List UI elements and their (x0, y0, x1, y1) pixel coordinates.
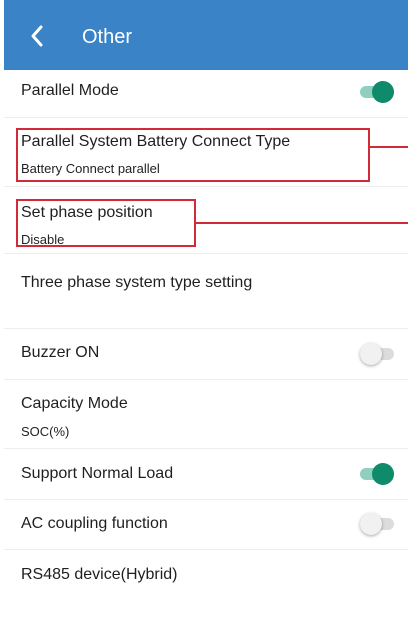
back-button[interactable] (26, 24, 50, 48)
setting-support-normal-load[interactable]: Support Normal Load (4, 449, 408, 499)
setting-label: Three phase system type setting (21, 274, 253, 291)
setting-label: AC coupling function (21, 515, 168, 532)
buzzer-toggle[interactable] (360, 342, 394, 366)
ac-coupling-toggle[interactable] (360, 512, 394, 536)
setting-rs485-device[interactable]: RS485 device(Hybrid) (4, 550, 408, 600)
highlight-box (16, 199, 196, 247)
setting-value: SOC(%) (21, 424, 70, 439)
support-normal-load-toggle[interactable] (360, 462, 394, 486)
highlight-pointer-line (196, 222, 408, 224)
setting-label: Capacity Mode (21, 395, 128, 412)
setting-label: Parallel Mode (21, 82, 119, 99)
setting-label: RS485 device(Hybrid) (21, 566, 178, 583)
app-header: Other (4, 0, 408, 70)
highlight-pointer-line (370, 146, 408, 148)
toggle-thumb (372, 463, 394, 485)
setting-ac-coupling[interactable]: AC coupling function (4, 500, 408, 549)
setting-label: Buzzer ON (21, 344, 100, 361)
chevron-left-icon (31, 25, 43, 47)
highlight-box (16, 128, 370, 182)
setting-capacity-mode[interactable]: Capacity Mode SOC(%) (4, 380, 408, 448)
page-title: Other (82, 26, 133, 48)
setting-buzzer[interactable]: Buzzer ON (4, 329, 408, 379)
setting-three-phase-type[interactable]: Three phase system type setting (4, 254, 408, 328)
setting-label: Support Normal Load (21, 465, 174, 482)
parallel-mode-toggle[interactable] (360, 80, 394, 104)
setting-parallel-mode[interactable]: Parallel Mode (4, 70, 408, 117)
settings-screen: Other Parallel Mode Parallel System Batt… (4, 0, 408, 622)
toggle-thumb (360, 343, 382, 365)
toggle-thumb (360, 513, 382, 535)
toggle-thumb (372, 81, 394, 103)
